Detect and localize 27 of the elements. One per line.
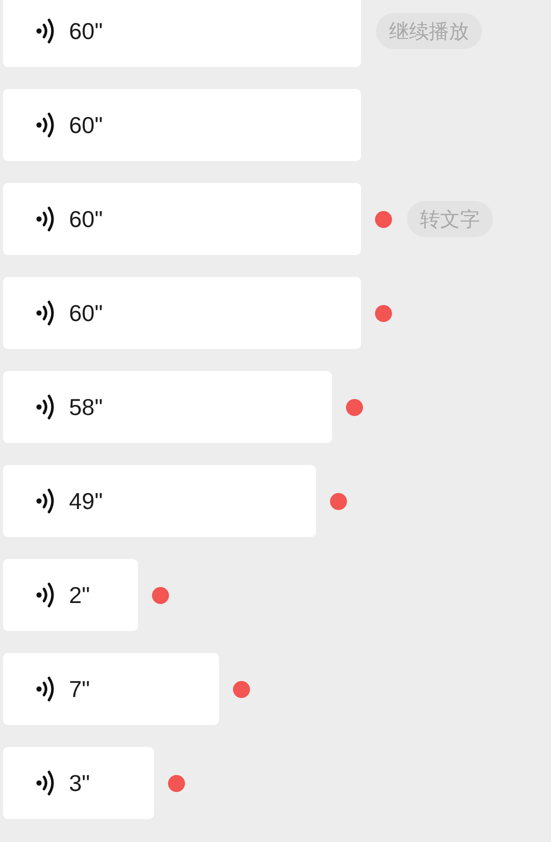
voice-icon: [36, 487, 56, 515]
duration-label: 7": [69, 676, 90, 702]
duration-label: 60": [69, 300, 103, 326]
voice-icon: [36, 393, 56, 421]
voice-icon: [36, 111, 56, 139]
voice-icon: [36, 299, 56, 327]
duration-label: 60": [69, 18, 103, 44]
voice-message-bubble[interactable]: 49": [3, 465, 316, 537]
voice-message-bubble[interactable]: 7": [3, 653, 219, 725]
duration-label: 3": [69, 770, 90, 796]
voice-message-bubble[interactable]: 2": [3, 559, 138, 631]
voice-icon: [36, 205, 56, 233]
voice-icon: [36, 675, 56, 703]
voice-icon: [36, 17, 56, 45]
voice-message-bubble[interactable]: 60": [3, 277, 361, 349]
voice-message-bubble[interactable]: 60": [3, 183, 361, 255]
voice-message-bubble[interactable]: 60": [3, 0, 361, 67]
duration-label: 2": [69, 582, 90, 608]
voice-message-bubble[interactable]: 3": [3, 747, 154, 819]
duration-label: 58": [69, 394, 103, 420]
voice-message-bubble[interactable]: 60": [3, 89, 361, 161]
voice-icon: [36, 581, 56, 609]
voice-icon: [36, 769, 56, 797]
duration-label: 49": [69, 488, 103, 514]
voice-message-bubble[interactable]: 58": [3, 371, 332, 443]
duration-label: 60": [69, 112, 103, 138]
duration-label: 60": [69, 206, 103, 232]
